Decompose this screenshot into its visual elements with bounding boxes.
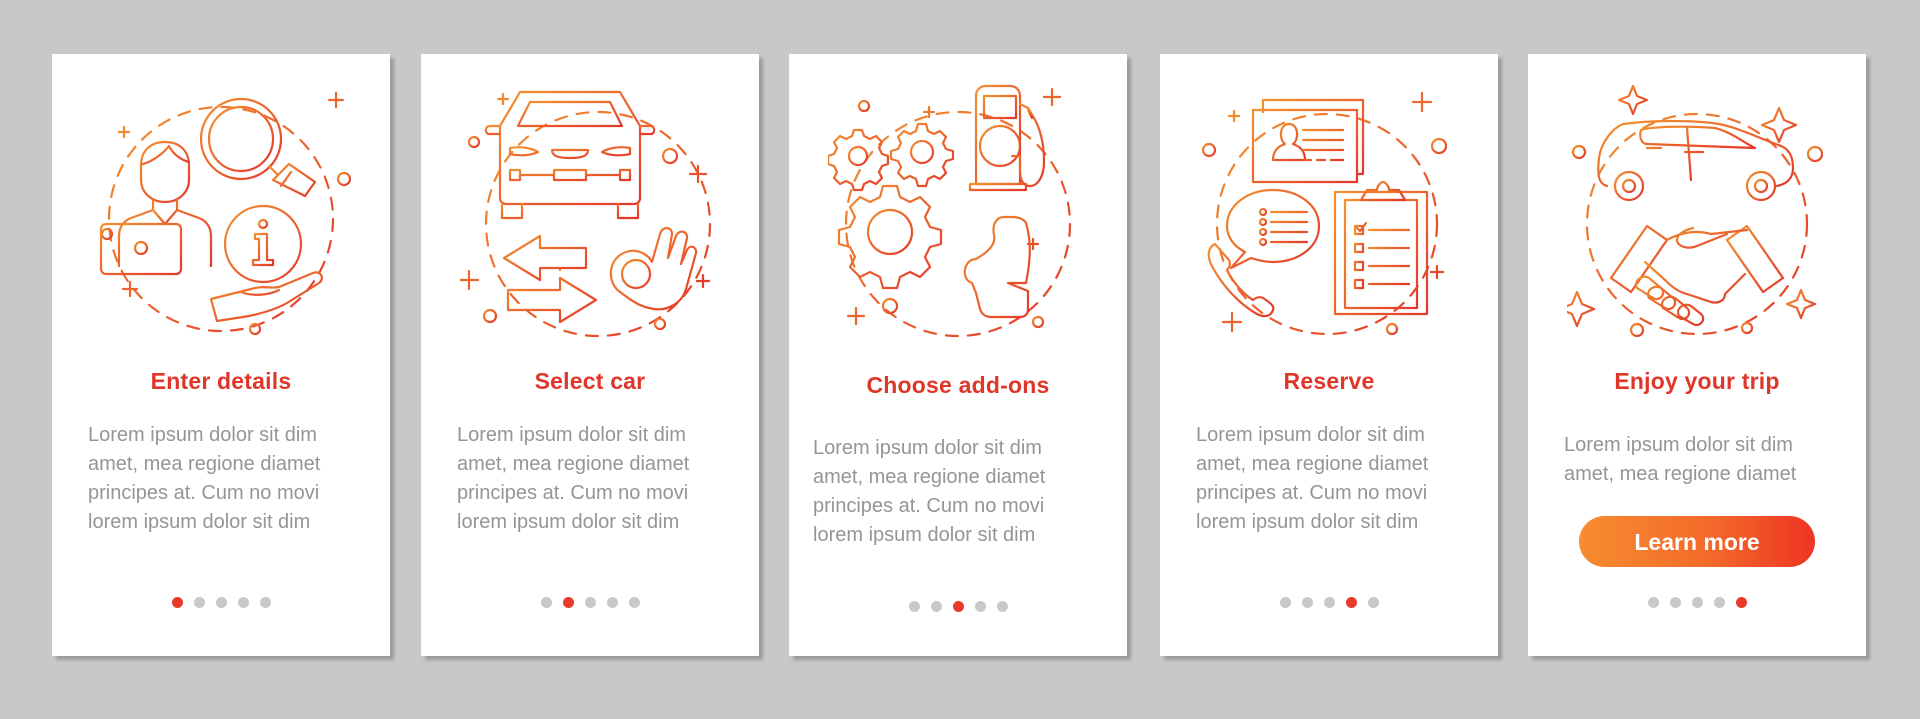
description-line: Lorem ipsum dolor sit dim [457,424,686,446]
onboarding-card-enjoy-your-trip: Enjoy your trip Lorem ipsum dolor sit di… [1528,54,1866,656]
user-laptop-search-info-icon [91,84,351,344]
card-title: Choose add-ons [866,372,1050,398]
description-line: principes at. Cum no movi [1196,482,1428,504]
pagination-dot[interactable] [974,601,986,612]
card-title: Select car [534,368,646,394]
description-line: principes at. Cum no movi [88,482,320,504]
pagination-dot[interactable] [1669,597,1681,608]
pagination-dot[interactable] [1691,597,1703,608]
pagination-dots [421,597,759,608]
id-card-phone-chat-clipboard-icon [1199,84,1459,344]
description-line: amet, mea regione diamet [88,453,321,475]
description-line: Lorem ipsum dolor sit dim [1564,434,1793,456]
pagination-dot-active[interactable] [171,597,183,608]
card-description: Lorem ipsum dolor sit dim amet, mea regi… [813,434,1107,550]
description-line: amet, mea regione diamet [1564,463,1797,485]
pagination-dot[interactable] [996,601,1008,612]
card-title: Enter details [150,368,292,394]
pagination-dot[interactable] [1647,597,1659,608]
card-description: Lorem ipsum dolor sit dim amet, mea regi… [88,421,370,537]
pagination-dot-active[interactable] [1735,597,1747,608]
pagination-dot-active[interactable] [952,601,964,612]
description-line: amet, mea regione diamet [813,466,1046,488]
gears-fuel-pump-car-seat-icon [828,84,1088,344]
description-line: lorem ipsum dolor sit dim [1196,511,1419,533]
pagination-dot[interactable] [908,601,920,612]
pagination-dot[interactable] [584,597,596,608]
pagination-dot-active[interactable] [1345,597,1357,608]
onboarding-card-reserve: Reserve Lorem ipsum dolor sit dim amet, … [1160,54,1498,656]
car-handshake-sparkles-icon [1567,84,1827,344]
pagination-dot[interactable] [628,597,640,608]
pagination-dot-active[interactable] [562,597,574,608]
pagination-dot[interactable] [606,597,618,608]
description-line: lorem ipsum dolor sit dim [88,511,311,533]
car-arrows-ok-hand-icon [460,84,720,344]
description-line: principes at. Cum no movi [813,495,1045,517]
card-description: Lorem ipsum dolor sit dim amet, mea regi… [457,421,739,537]
pagination-dots [789,601,1127,612]
pagination-dot[interactable] [1279,597,1291,608]
pagination-dot[interactable] [1713,597,1725,608]
description-line: lorem ipsum dolor sit dim [457,511,680,533]
pagination-dot[interactable] [193,597,205,608]
pagination-dot[interactable] [215,597,227,608]
pagination-dot[interactable] [1301,597,1313,608]
card-title: Enjoy your trip [1614,368,1780,394]
description-line: Lorem ipsum dolor sit dim [1196,424,1425,446]
pagination-dot[interactable] [259,597,271,608]
onboarding-card-select-car: Select car Lorem ipsum dolor sit dim ame… [421,54,759,656]
description-line: amet, mea regione diamet [1196,453,1429,475]
description-line: Lorem ipsum dolor sit dim [88,424,317,446]
learn-more-button[interactable]: Learn more [1579,516,1815,567]
pagination-dots [1160,597,1498,608]
description-line: amet, mea regione diamet [457,453,690,475]
onboarding-card-choose-add-ons: Choose add-ons Lorem ipsum dolor sit dim… [789,54,1127,656]
pagination-dots [1528,597,1866,608]
pagination-dots [52,597,390,608]
card-title: Reserve [1283,368,1375,394]
pagination-dot[interactable] [1323,597,1335,608]
description-line: lorem ipsum dolor sit dim [813,524,1036,546]
pagination-dot[interactable] [1367,597,1379,608]
card-description: Lorem ipsum dolor sit dim amet, mea regi… [1564,431,1846,489]
card-description: Lorem ipsum dolor sit dim amet, mea regi… [1196,421,1478,537]
onboarding-card-enter-details: Enter details Lorem ipsum dolor sit dim … [52,54,390,656]
description-line: Lorem ipsum dolor sit dim [813,437,1042,459]
pagination-dot[interactable] [237,597,249,608]
pagination-dot[interactable] [540,597,552,608]
pagination-dot[interactable] [930,601,942,612]
description-line: principes at. Cum no movi [457,482,689,504]
